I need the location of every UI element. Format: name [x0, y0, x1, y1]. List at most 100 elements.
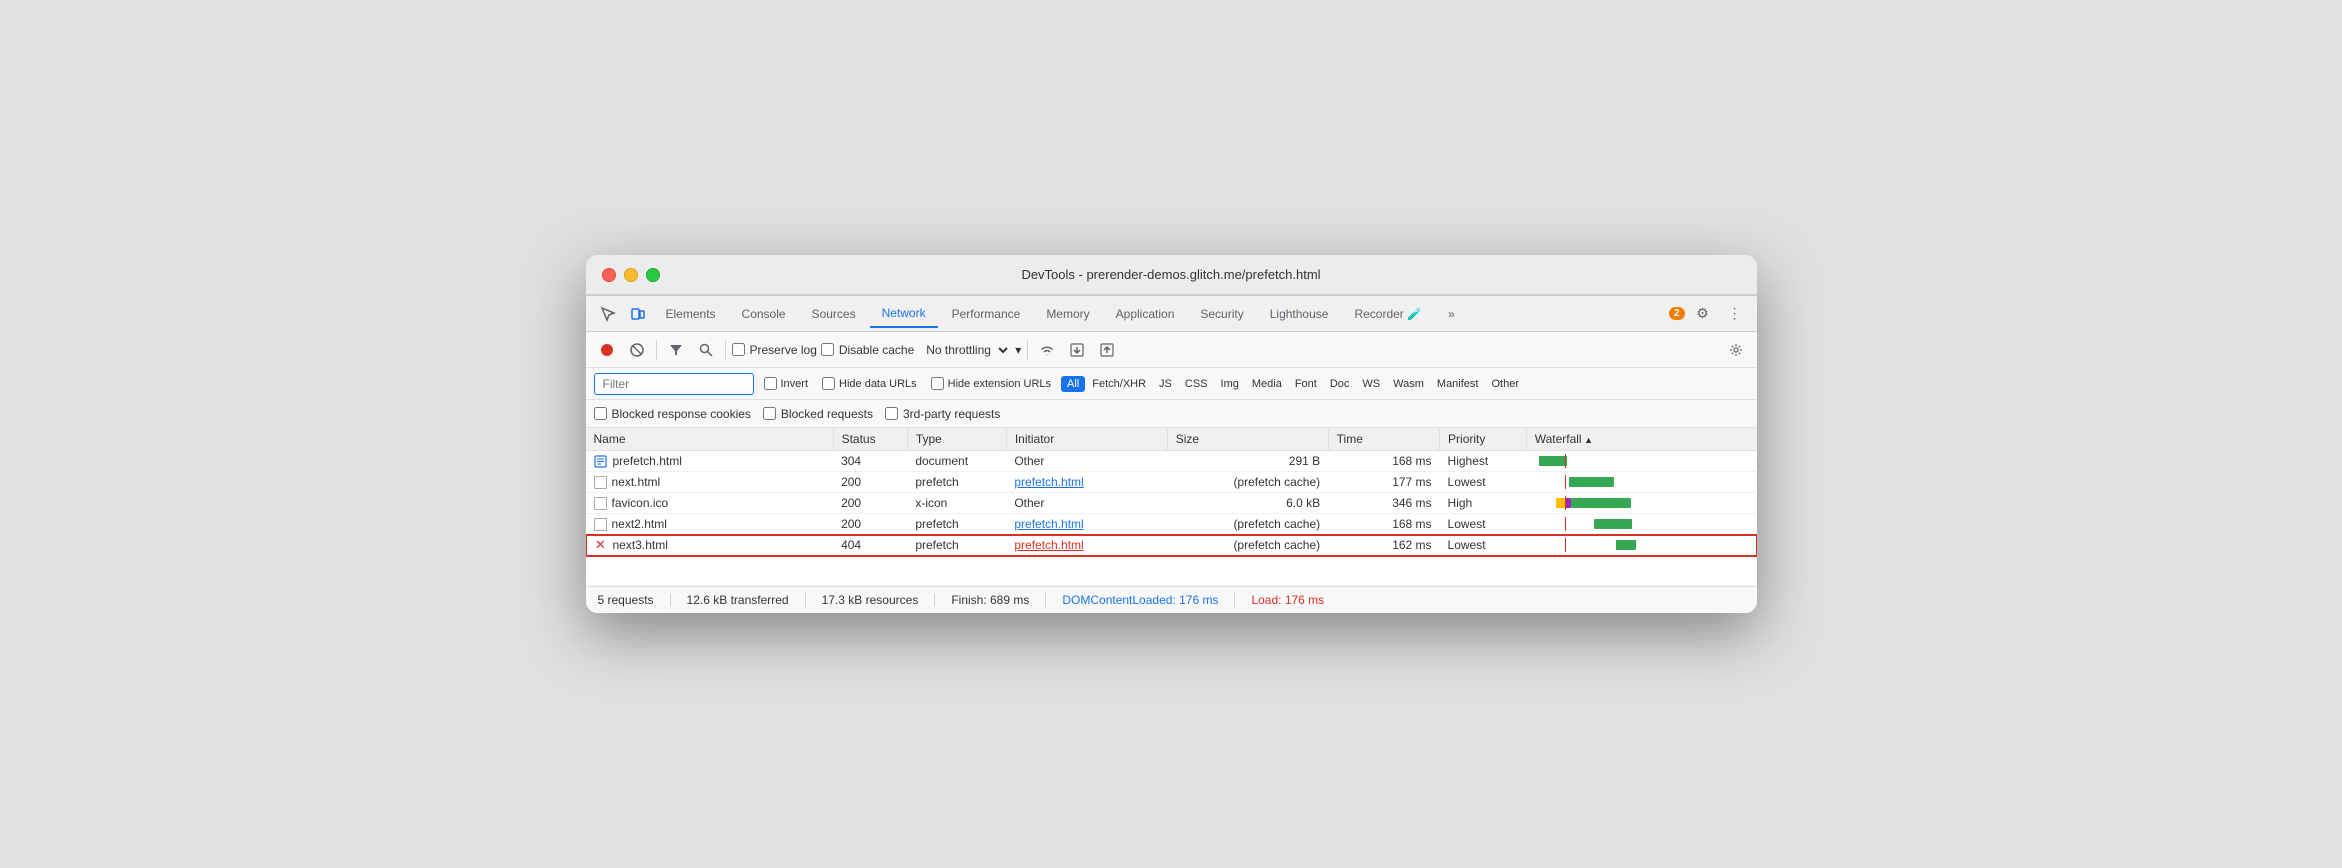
th-priority[interactable]: Priority [1440, 428, 1527, 451]
row-type: x-icon [907, 493, 1006, 514]
preserve-log-label[interactable]: Preserve log [732, 343, 817, 357]
invert-checkbox[interactable] [764, 377, 777, 390]
th-status[interactable]: Status [833, 428, 907, 451]
tab-network[interactable]: Network [870, 300, 938, 328]
clear-button[interactable] [624, 337, 650, 363]
tab-more[interactable]: » [1436, 300, 1467, 328]
row-type: prefetch [907, 535, 1006, 556]
wf-redline [1565, 538, 1566, 552]
type-manifest[interactable]: Manifest [1431, 376, 1485, 392]
tab-memory[interactable]: Memory [1034, 300, 1101, 328]
row-priority: Lowest [1440, 535, 1527, 556]
more-icon[interactable]: ⋮ [1721, 300, 1749, 328]
hide-extension-urls-label[interactable]: Hide extension URLs [927, 375, 1055, 392]
type-other[interactable]: Other [1485, 376, 1525, 392]
initiator-link[interactable]: prefetch.html [1014, 517, 1083, 531]
blocked-requests-label[interactable]: Blocked requests [763, 407, 873, 421]
minimize-button[interactable] [624, 268, 638, 282]
table-row[interactable]: next2.html 200 prefetch prefetch.html (p… [586, 514, 1757, 535]
table-row-error[interactable]: ✕ next3.html 404 prefetch prefetch.html … [586, 535, 1757, 556]
wf-bar [1594, 519, 1632, 529]
export-button[interactable] [1094, 337, 1120, 363]
table-row[interactable]: next.html 200 prefetch prefetch.html (pr… [586, 472, 1757, 493]
search-button[interactable] [693, 337, 719, 363]
inspect-icon[interactable] [594, 300, 622, 328]
tab-performance[interactable]: Performance [940, 300, 1033, 328]
settings-icon[interactable]: ⚙ [1689, 300, 1717, 328]
tab-security[interactable]: Security [1188, 300, 1255, 328]
filter-button[interactable] [663, 337, 689, 363]
throttle-chevron[interactable]: ▾ [1015, 343, 1021, 357]
tab-elements[interactable]: Elements [654, 300, 728, 328]
th-name[interactable]: Name [586, 428, 834, 451]
filter-bar: Invert Hide data URLs Hide extension URL… [586, 368, 1757, 400]
row-size: (prefetch cache) [1167, 472, 1328, 493]
row-initiator: prefetch.html [1006, 514, 1167, 535]
table-row[interactable]: prefetch.html 304 document Other 291 B 1… [586, 451, 1757, 472]
wf-bar [1569, 477, 1614, 487]
filter-input[interactable] [594, 373, 754, 395]
close-button[interactable] [602, 268, 616, 282]
tab-console[interactable]: Console [730, 300, 798, 328]
devtools-body: Elements Console Sources Network Perform… [586, 295, 1757, 613]
type-wasm[interactable]: Wasm [1387, 376, 1430, 392]
tab-sources[interactable]: Sources [800, 300, 868, 328]
blocked-cookies-label[interactable]: Blocked response cookies [594, 407, 751, 421]
type-css[interactable]: CSS [1179, 376, 1214, 392]
wifi-icon[interactable] [1034, 337, 1060, 363]
row-time: 168 ms [1328, 451, 1439, 472]
tab-recorder[interactable]: Recorder 🧪 [1342, 300, 1434, 328]
third-party-label[interactable]: 3rd-party requests [885, 407, 1000, 421]
table-row[interactable]: favicon.ico 200 x-icon Other 6.0 kB 346 … [586, 493, 1757, 514]
hide-data-urls-label[interactable]: Hide data URLs [818, 375, 921, 392]
disable-cache-label[interactable]: Disable cache [821, 343, 914, 357]
initiator-link[interactable]: prefetch.html [1014, 475, 1083, 489]
type-font[interactable]: Font [1289, 376, 1323, 392]
type-ws[interactable]: WS [1356, 376, 1386, 392]
maximize-button[interactable] [646, 268, 660, 282]
wf-redline [1565, 475, 1566, 489]
type-media[interactable]: Media [1246, 376, 1288, 392]
initiator-link[interactable]: prefetch.html [1014, 538, 1083, 552]
tab-application[interactable]: Application [1104, 300, 1187, 328]
type-js[interactable]: JS [1153, 376, 1178, 392]
import-button[interactable] [1064, 337, 1090, 363]
name-cell: prefetch.html [586, 451, 834, 472]
divider-1 [656, 340, 657, 360]
status-divider [1045, 593, 1046, 607]
type-doc[interactable]: Doc [1324, 376, 1356, 392]
tab-lighthouse[interactable]: Lighthouse [1258, 300, 1341, 328]
th-type[interactable]: Type [907, 428, 1006, 451]
type-all[interactable]: All [1061, 376, 1085, 392]
device-icon[interactable] [624, 300, 652, 328]
row-size: (prefetch cache) [1167, 514, 1328, 535]
hide-extension-urls-checkbox[interactable] [931, 377, 944, 390]
filter-type-buttons: All Fetch/XHR JS CSS Img Media Font Doc … [1061, 376, 1525, 392]
name-cell: next2.html [586, 514, 834, 535]
network-settings-button[interactable] [1723, 337, 1749, 363]
name-cell: next.html [586, 472, 834, 493]
status-divider [670, 593, 671, 607]
toolbar-right [1723, 337, 1749, 363]
row-waterfall [1526, 451, 1756, 472]
disable-cache-checkbox[interactable] [821, 343, 834, 356]
third-party-checkbox[interactable] [885, 407, 898, 420]
type-fetch-xhr[interactable]: Fetch/XHR [1086, 376, 1152, 392]
hide-data-urls-checkbox[interactable] [822, 377, 835, 390]
type-img[interactable]: Img [1215, 376, 1245, 392]
blocked-cookies-checkbox[interactable] [594, 407, 607, 420]
blocked-requests-checkbox[interactable] [763, 407, 776, 420]
th-size[interactable]: Size [1167, 428, 1328, 451]
th-time[interactable]: Time [1328, 428, 1439, 451]
domcontent-time: DOMContentLoaded: 176 ms [1062, 593, 1218, 607]
status-divider [934, 593, 935, 607]
row-waterfall [1526, 493, 1756, 514]
th-waterfall[interactable]: Waterfall [1526, 428, 1756, 451]
invert-label[interactable]: Invert [760, 375, 813, 392]
preserve-log-checkbox[interactable] [732, 343, 745, 356]
row-name: prefetch.html [613, 454, 682, 468]
blank-icon [594, 476, 607, 489]
record-button[interactable] [594, 337, 620, 363]
throttle-select[interactable]: No throttling Fast 3G Slow 3G Offline [918, 340, 1011, 360]
th-initiator[interactable]: Initiator [1006, 428, 1167, 451]
